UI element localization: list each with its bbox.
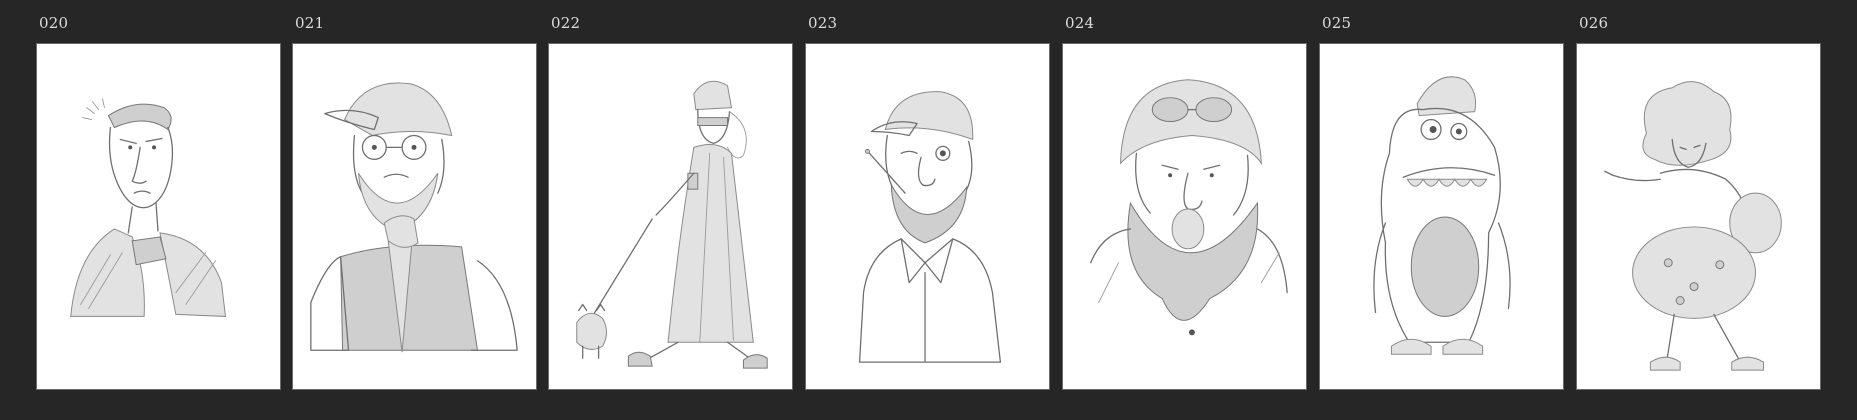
- sketch-card-024[interactable]: 024: [1062, 0, 1307, 420]
- sketch-label: 026: [1579, 14, 1609, 32]
- sketch-image-afro-woman[interactable]: [1576, 43, 1821, 390]
- sketch-label: 024: [1065, 14, 1095, 32]
- sketch-image-aviator-beard[interactable]: [1062, 43, 1307, 390]
- sketch-label: 022: [551, 14, 581, 32]
- sketch-label: 021: [295, 14, 325, 32]
- sketch-card-022[interactable]: 022: [548, 0, 793, 420]
- sketch-image-woman-walking-dog[interactable]: [548, 43, 793, 390]
- sketch-card-020[interactable]: 020: [36, 0, 281, 420]
- sketch-image-roman-emperor[interactable]: [36, 43, 281, 390]
- sketch-label: 025: [1322, 14, 1352, 32]
- sketch-label: 023: [808, 14, 838, 32]
- sketch-card-021[interactable]: 021: [292, 0, 537, 420]
- sketch-image-bearded-man[interactable]: [292, 43, 537, 390]
- sketch-card-023[interactable]: 023: [805, 0, 1050, 420]
- sketch-card-026[interactable]: 026: [1576, 0, 1821, 420]
- sketch-card-025[interactable]: 025: [1319, 0, 1564, 420]
- sketch-image-winking-man[interactable]: [805, 43, 1050, 390]
- sketch-label: 020: [39, 14, 69, 32]
- sketch-image-furry-creature[interactable]: [1319, 43, 1564, 390]
